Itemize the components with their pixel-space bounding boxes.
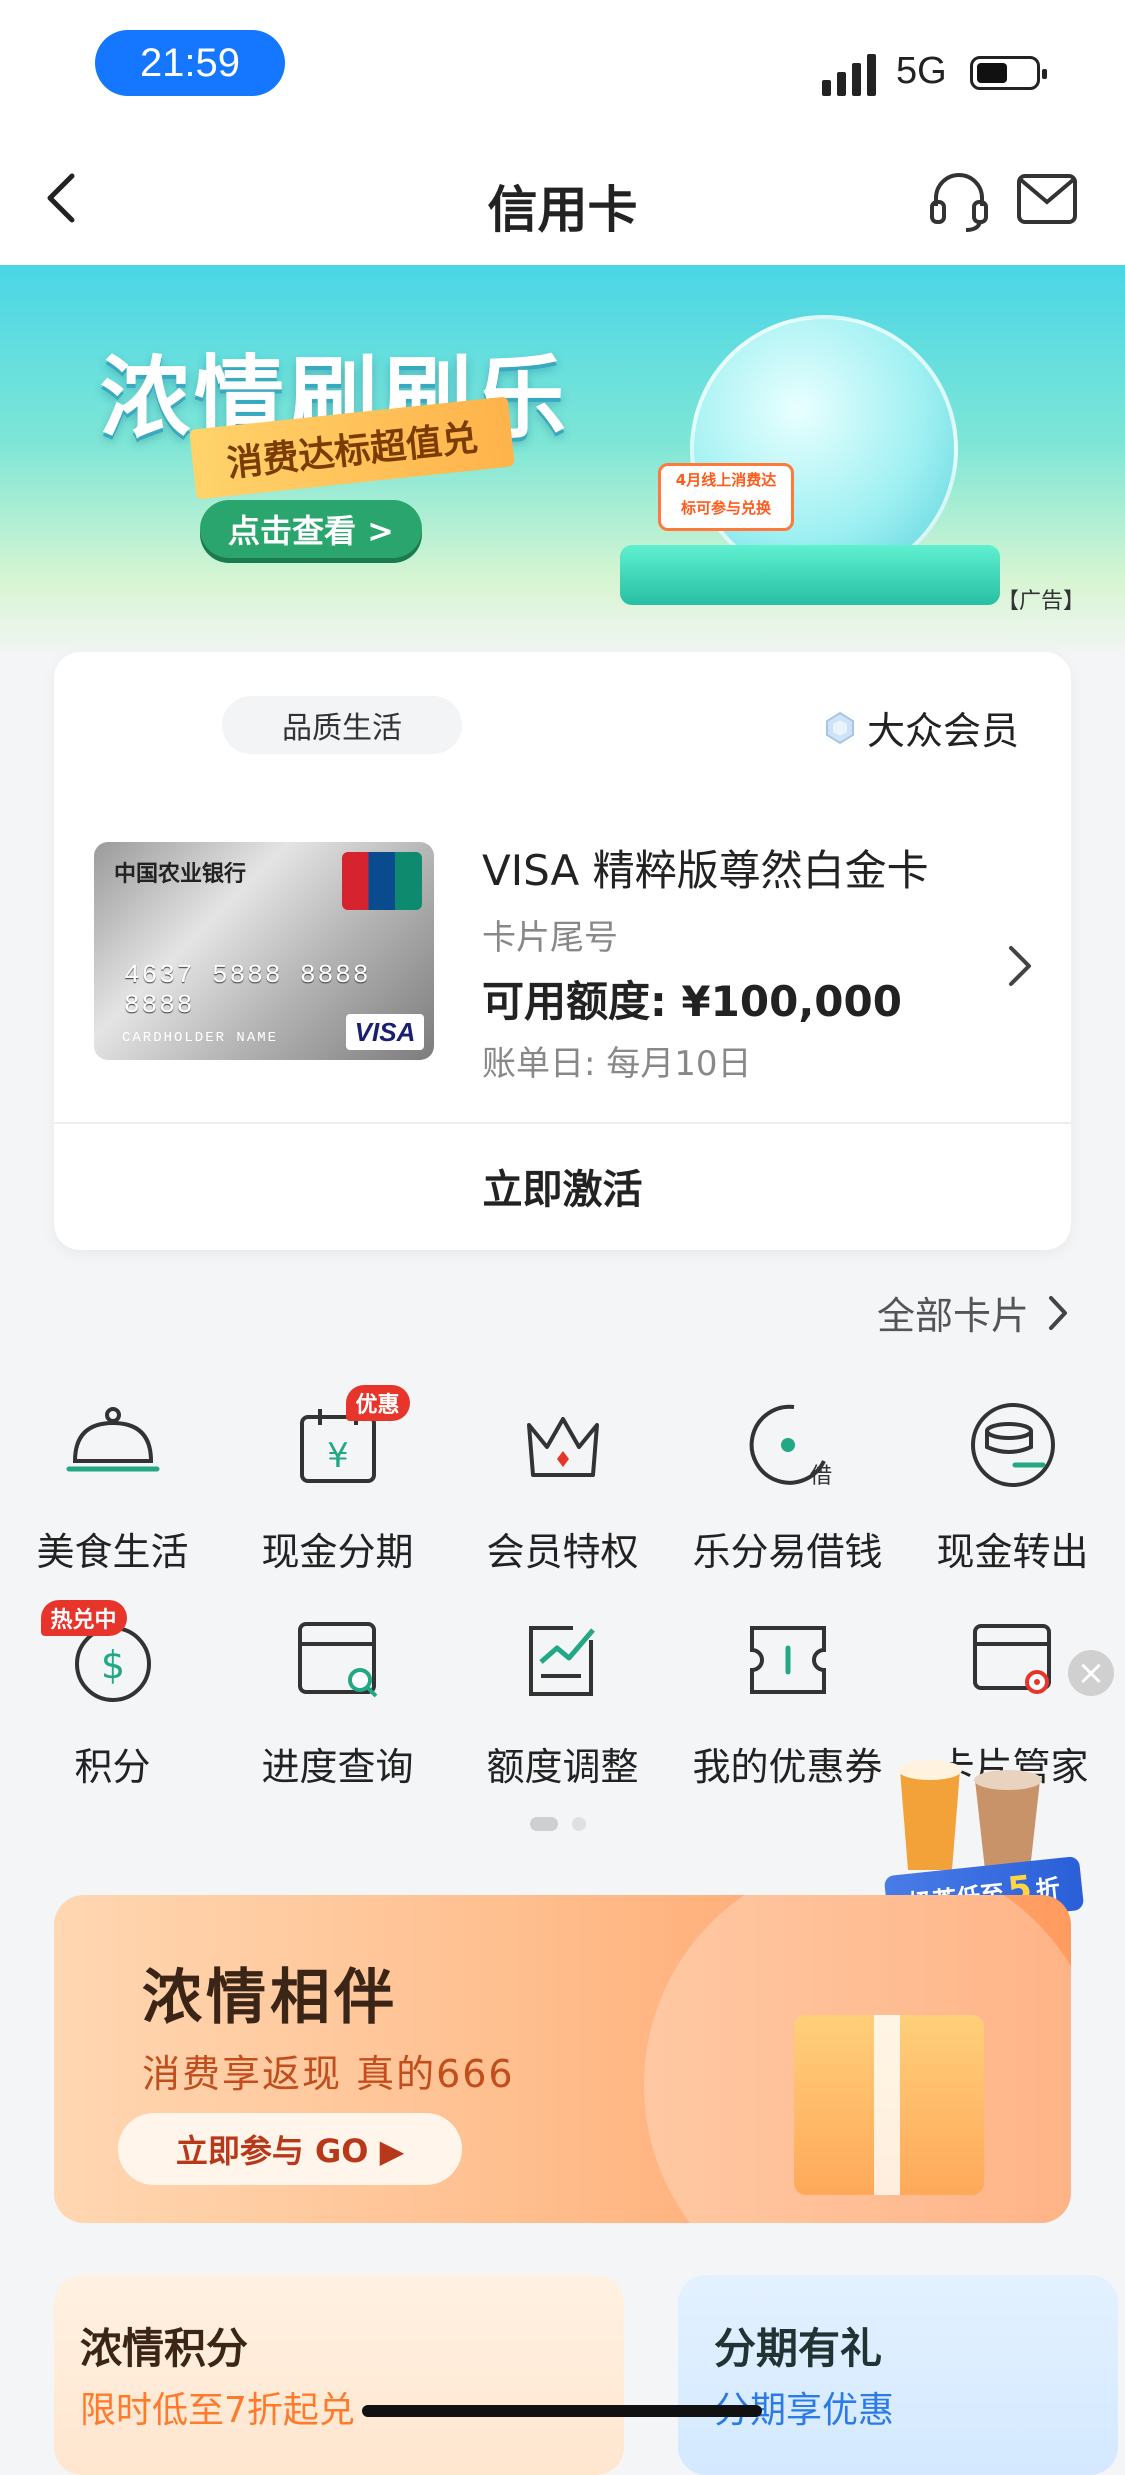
headset-icon[interactable]	[928, 170, 990, 232]
all-cards-label: 全部卡片	[876, 1294, 1029, 1338]
borrow-icon: 借	[749, 1404, 832, 1489]
banner-tag-line1: 4月线上消费达	[675, 471, 777, 489]
card-bank-name: 中国农业银行	[114, 862, 247, 887]
status-bar: 21:59 5G	[0, 0, 1125, 130]
banner-cta-button[interactable]: 点击查看 >	[200, 500, 422, 558]
hot-redeem-badge: 热兑中	[40, 1600, 127, 1636]
svg-text:¥: ¥	[327, 1436, 349, 1476]
card-category-pill: 品质生活	[222, 696, 462, 754]
credit-limit: 可用额度: ¥100,000	[482, 977, 902, 1026]
grid-item-label: 我的优惠券	[692, 1745, 883, 1789]
close-icon[interactable]: ×	[1068, 1650, 1114, 1696]
points-promo-title: 浓情积分	[80, 2324, 249, 2373]
points-promo-card[interactable]: 浓情积分 限时低至7折起兑	[54, 2275, 624, 2475]
grid-item-member-privileges[interactable]: 会员特权	[450, 1395, 675, 1576]
coupon-icon	[749, 1626, 826, 1694]
mail-icon[interactable]	[1016, 172, 1078, 226]
nav-bar: 信用卡	[0, 130, 1125, 266]
gift-box-illustration	[794, 2015, 984, 2195]
top-banner[interactable]: 浓情刷刷乐 消费达标超值兑 点击查看 > 4月线上消费达 标可参与兑换 【广告】	[0, 265, 1125, 660]
installment-promo-card[interactable]: 分期有礼 分期享优惠	[678, 2275, 1118, 2475]
grid-item-label: 现金分期	[261, 1530, 414, 1574]
promo-banner[interactable]: 浓情相伴 消费享返现 真的666 立即参与 GO ▶	[54, 1895, 1071, 2223]
member-gem-icon	[825, 711, 854, 744]
grid-item-label: 现金转出	[936, 1530, 1089, 1574]
activate-button[interactable]: 立即激活	[54, 1122, 1071, 1250]
promo-title: 浓情相伴	[142, 1963, 398, 2033]
installment-promo-title: 分期有礼	[714, 2324, 883, 2373]
promo-subtitle: 消费享返现 真的666	[142, 2052, 515, 2096]
points-promo-subtitle: 限时低至7折起兑	[80, 2390, 355, 2431]
progress-search-icon	[297, 1622, 377, 1698]
crown-icon	[526, 1417, 599, 1477]
grid-item-points[interactable]: $ 热兑中 积分	[0, 1600, 225, 1791]
grid-item-cash-transfer[interactable]: 现金转出	[900, 1395, 1125, 1576]
chevron-right-icon[interactable]	[1005, 942, 1035, 990]
all-cards-link[interactable]: 全部卡片	[877, 1285, 1069, 1340]
grid-item-limit-adjust[interactable]: 额度调整	[450, 1610, 675, 1791]
svg-text:$: $	[100, 1643, 124, 1687]
card-image[interactable]: 中国农业银行 4637 5888 8888 8888 CARDHOLDER NA…	[94, 842, 434, 1060]
bill-day: 账单日: 每月10日	[482, 1044, 752, 1084]
visa-logo: VISA	[346, 1014, 424, 1050]
ad-label: 【广告】	[996, 589, 1085, 614]
banner-tag-line2: 标可参与兑换	[680, 499, 771, 517]
grid-item-label: 额度调整	[486, 1745, 639, 1789]
card-name: VISA 精粹版尊然白金卡	[482, 846, 929, 895]
home-indicator[interactable]	[362, 2405, 762, 2417]
chevron-right-icon	[1049, 1295, 1067, 1330]
page-indicator	[530, 1817, 586, 1831]
svg-text:借: 借	[810, 1464, 832, 1489]
credit-card-panel: 品质生活 大众会员 中国农业银行 4637 5888 8888 8888 CAR…	[54, 652, 1071, 1250]
stage-illustration	[620, 545, 1000, 605]
grid-item-label: 会员特权	[486, 1530, 639, 1574]
card-number: 4637 5888 8888 8888	[124, 960, 371, 1020]
page-dot-active	[530, 1817, 558, 1831]
battery-icon	[970, 56, 1047, 90]
signal-icon	[822, 54, 876, 96]
cloche-icon	[66, 1407, 159, 1472]
page-dot	[572, 1817, 586, 1831]
grid-item-label: 进度查询	[261, 1745, 414, 1789]
card-tail-number: 卡片尾号	[482, 918, 618, 958]
discount-badge: 优惠	[345, 1385, 410, 1421]
grid-item-cash-installment[interactable]: ¥ 优惠 现金分期	[225, 1385, 450, 1576]
unionpay-logo	[342, 852, 422, 910]
limit-adjust-icon	[528, 1626, 595, 1696]
card-settings-icon	[972, 1624, 1051, 1694]
status-time: 21:59	[95, 30, 285, 96]
grid-item-progress-query[interactable]: 进度查询	[225, 1610, 450, 1791]
member-level-label: 大众会员	[866, 709, 1019, 753]
grid-item-my-coupons[interactable]: 我的优惠券	[675, 1610, 900, 1791]
member-level[interactable]: 大众会员	[823, 700, 1019, 755]
globe-illustration	[690, 315, 958, 583]
card-holder: CARDHOLDER NAME	[122, 1030, 279, 1046]
grid-item-food-life[interactable]: 美食生活	[0, 1395, 225, 1576]
network-type: 5G	[896, 50, 947, 92]
grid-item-label: 乐分易借钱	[692, 1530, 883, 1574]
grid-item-easy-borrow[interactable]: 借 乐分易借钱	[675, 1395, 900, 1576]
grid-item-label: 美食生活	[36, 1530, 189, 1574]
grid-item-label: 积分	[74, 1745, 151, 1789]
coin-transfer-icon	[970, 1403, 1055, 1487]
banner-tag: 4月线上消费达 标可参与兑换	[658, 463, 794, 531]
promo-join-button[interactable]: 立即参与 GO ▶	[118, 2113, 462, 2185]
